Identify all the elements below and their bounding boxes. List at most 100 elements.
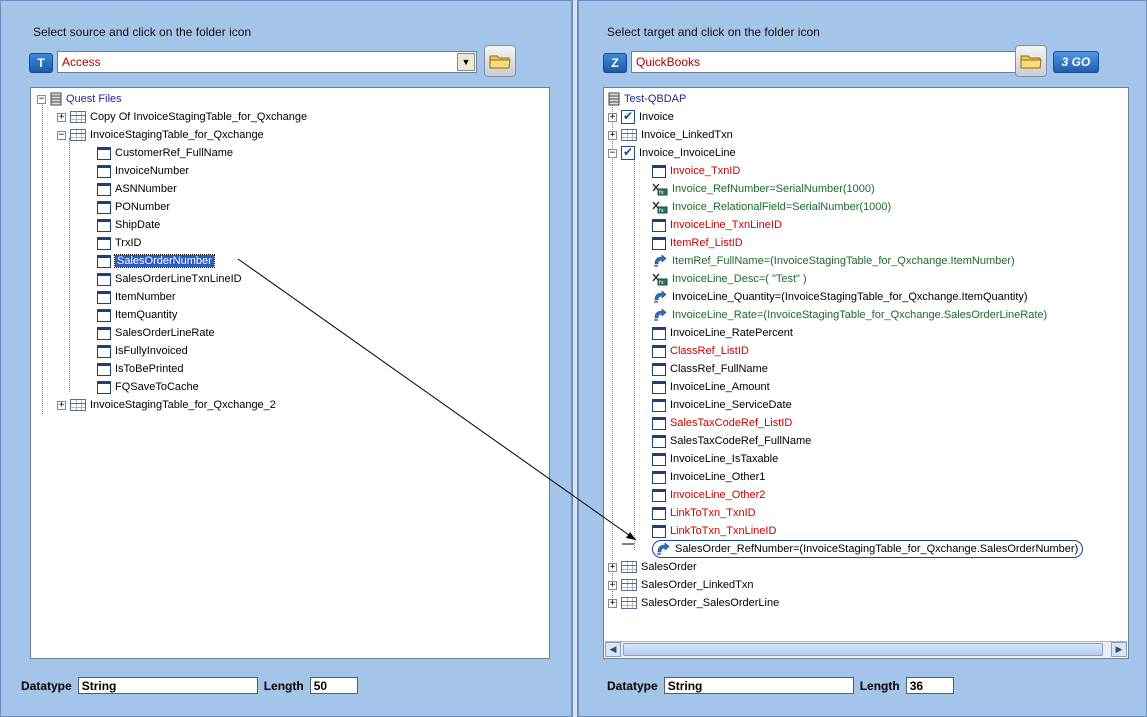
scrollbar-thumb[interactable] (623, 643, 1103, 656)
expand-icon[interactable]: + (608, 580, 617, 590)
field-icon (652, 452, 666, 466)
field-label: InvoiceLine_RatePercent (670, 327, 793, 339)
field-icon (97, 146, 111, 160)
expand-icon[interactable]: + (57, 400, 66, 410)
field-item[interactable]: ClassRef_FullName (652, 360, 768, 378)
field-item[interactable]: ShipDate (97, 216, 160, 234)
field-item[interactable]: Invoice_RelationalField=SerialNumber(100… (652, 198, 891, 216)
field-item-selected[interactable]: SalesOrderNumber (97, 252, 215, 270)
go-button[interactable]: 3 GO (1053, 51, 1099, 73)
field-icon (97, 326, 111, 340)
field-item[interactable]: ItemQuantity (97, 306, 177, 324)
field-icon (652, 236, 666, 250)
field-label: ClassRef_ListID (670, 345, 749, 357)
field-item[interactable]: Invoice_TxnID (652, 162, 740, 180)
horizontal-scrollbar[interactable]: ◀ ▶ (605, 641, 1127, 657)
source-select-value: Access (62, 55, 101, 69)
mapping-arrow-icon (652, 308, 668, 322)
field-item[interactable]: ItemNumber (97, 288, 176, 306)
collapse-icon[interactable]: − (608, 148, 617, 158)
field-item[interactable]: InvoiceLine_Other2 (652, 486, 765, 504)
scroll-right-icon[interactable]: ▶ (1111, 642, 1127, 657)
tree-item-label: Invoice_InvoiceLine (639, 147, 736, 159)
tree-item-label: Invoice (639, 111, 674, 123)
field-item[interactable]: CustomerRef_FullName (97, 144, 233, 162)
field-label: ClassRef_FullName (670, 363, 768, 375)
collapse-icon[interactable]: − (37, 94, 46, 104)
collapse-icon[interactable]: − (57, 130, 66, 140)
field-item[interactable]: FQSaveToCache (97, 378, 199, 396)
field-item[interactable]: InvoiceLine_RatePercent (652, 324, 793, 342)
tree-item[interactable]: + Copy Of InvoiceStagingTable_for_Qxchan… (57, 108, 307, 126)
field-item[interactable]: ItemRef_ListID (652, 234, 743, 252)
field-item[interactable]: Invoice_RefNumber=SerialNumber(1000) (652, 180, 875, 198)
expand-icon[interactable]: + (608, 130, 617, 140)
field-item[interactable]: SalesTaxCodeRef_ListID (652, 414, 792, 432)
field-item[interactable]: InvoiceLine_TxnLineID (652, 216, 782, 234)
table-icon (621, 597, 637, 609)
field-item[interactable]: InvoiceLine_ServiceDate (652, 396, 792, 414)
tree-item-label: Invoice_LinkedTxn (641, 129, 733, 141)
expand-icon[interactable]: + (608, 598, 617, 608)
table-icon (621, 129, 637, 141)
field-item[interactable]: LinkToTxn_TxnID (652, 504, 756, 522)
source-select[interactable]: Access ▼ (57, 51, 477, 73)
field-label: SalesOrderLineTxnLineID (115, 273, 242, 285)
field-item[interactable]: IsToBePrinted (97, 360, 183, 378)
field-label: ASNNumber (115, 183, 177, 195)
field-label: CustomerRef_FullName (115, 147, 233, 159)
field-item[interactable]: InvoiceLine_IsTaxable (652, 450, 778, 468)
tree-item[interactable]: + SalesOrder (608, 558, 697, 576)
field-item[interactable]: SalesOrderLineTxnLineID (97, 270, 242, 288)
field-item[interactable]: InvoiceLine_Amount (652, 378, 770, 396)
expand-icon[interactable]: + (57, 112, 66, 122)
target-folder-button[interactable] (1015, 45, 1047, 77)
tree-item[interactable]: − InvoiceStagingTable_for_Qxchange (57, 126, 264, 144)
field-icon (97, 236, 111, 250)
field-item[interactable]: InvoiceNumber (97, 162, 189, 180)
source-folder-button[interactable] (484, 45, 516, 77)
field-item[interactable]: SalesTaxCodeRef_FullName (652, 432, 811, 450)
scroll-left-icon[interactable]: ◀ (605, 642, 621, 657)
tree-root[interactable]: Test-QBDAP (608, 90, 686, 108)
tree-item[interactable]: − Invoice_InvoiceLine (608, 144, 736, 162)
field-label: ItemRef_FullName=(InvoiceStagingTable_fo… (672, 255, 1015, 267)
field-item[interactable]: SalesOrderLineRate (97, 324, 215, 342)
target-tree[interactable]: Test-QBDAP + Invoice + Invoice_LinkedTxn −… (603, 87, 1129, 659)
source-instruction: Select source and click on the folder ic… (33, 25, 252, 39)
field-icon (97, 380, 111, 394)
field-label: PONumber (115, 201, 171, 213)
field-item[interactable]: IsFullyInvoiced (97, 342, 188, 360)
new-mapping-item[interactable]: SalesOrder_RefNumber=(InvoiceStagingTabl… (652, 540, 1084, 558)
tree-item[interactable]: + Invoice (608, 108, 674, 126)
field-icon (652, 344, 666, 358)
field-item[interactable]: ItemRef_FullName=(InvoiceStagingTable_fo… (652, 252, 1015, 270)
chevron-down-icon[interactable]: ▼ (457, 53, 475, 71)
field-item[interactable]: InvoiceLine_Rate=(InvoiceStagingTable_fo… (652, 306, 1047, 324)
database-icon (608, 92, 620, 106)
field-item[interactable]: InvoiceLine_Quantity=(InvoiceStagingTabl… (652, 288, 1028, 306)
expand-icon[interactable]: + (608, 562, 617, 572)
field-item[interactable]: InvoiceLine_Other1 (652, 468, 765, 486)
field-label: ShipDate (115, 219, 161, 231)
field-item[interactable]: PONumber (97, 198, 170, 216)
datatype-value: String (663, 677, 854, 694)
field-item[interactable]: ASNNumber (97, 180, 177, 198)
field-item[interactable]: ClassRef_ListID (652, 342, 749, 360)
field-icon (652, 326, 666, 340)
field-item[interactable]: TrxID (97, 234, 141, 252)
field-item[interactable]: InvoiceLine_Desc=( "Test" ) (652, 270, 807, 288)
tree-item[interactable]: + Invoice_LinkedTxn (608, 126, 733, 144)
expand-icon[interactable]: + (608, 112, 617, 122)
tree-item[interactable]: + SalesOrder_SalesOrderLine (608, 594, 779, 612)
field-label: IsFullyInvoiced (115, 345, 188, 357)
field-icon (97, 290, 111, 304)
tree-item[interactable]: + SalesOrder_LinkedTxn (608, 576, 754, 594)
field-icon (652, 524, 666, 538)
field-item[interactable]: LinkToTxn_TxnLineID (652, 522, 776, 540)
source-tree[interactable]: − Quest Files + Copy Of InvoiceStagingTa… (30, 87, 550, 659)
target-select[interactable]: QuickBooks ▼ (631, 51, 1041, 73)
tree-root[interactable]: − Quest Files (37, 90, 122, 108)
tree-item[interactable]: + InvoiceStagingTable_for_Qxchange_2 (57, 396, 276, 414)
field-label: SalesTaxCodeRef_FullName (670, 435, 812, 447)
